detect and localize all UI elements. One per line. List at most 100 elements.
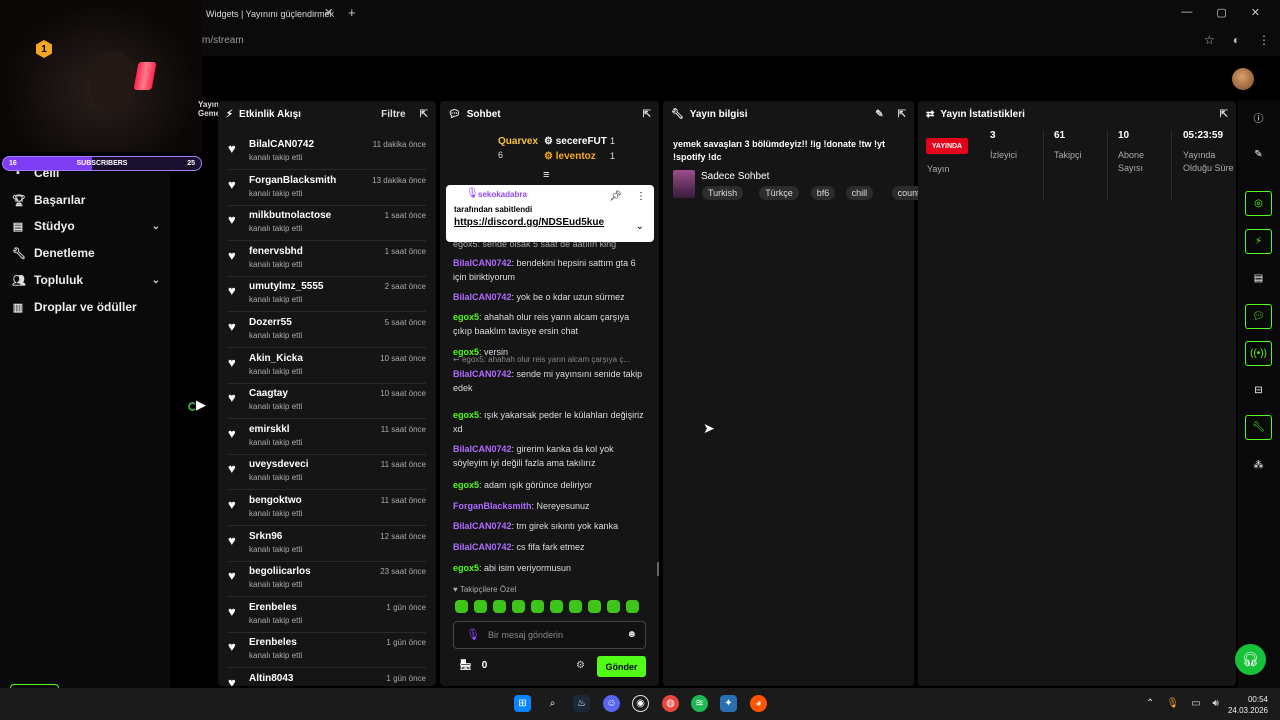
activity-item[interactable]: ♥ Altin8043 1 gün önce [228, 669, 426, 686]
pinned-by-user[interactable]: sekokadabra [478, 190, 527, 199]
chat-username[interactable]: BilalCAN0742 [453, 444, 512, 454]
close-window-button[interactable]: ✕ [1251, 6, 1260, 19]
activity-username[interactable]: begoliicarlos [249, 566, 311, 577]
chat-username[interactable]: BilalCAN0742 [453, 369, 512, 379]
wrench-icon[interactable]: 🔧︎ [1245, 415, 1272, 440]
activity-username[interactable]: Dozerr55 [249, 317, 292, 328]
stream-tag[interactable]: Turkish [702, 186, 744, 200]
emote-icon[interactable] [455, 600, 468, 613]
bookmark-star-icon[interactable]: ☆ [1204, 33, 1215, 47]
emote-icon[interactable] [550, 600, 563, 613]
emote-icon[interactable] [607, 600, 620, 613]
chat-username[interactable]: egox5 [453, 480, 479, 490]
activity-username[interactable]: Altin8043 [249, 673, 293, 684]
new-tab-button[interactable]: + [348, 5, 356, 20]
activity-item[interactable]: ♥ emirskkl kanalı takip etti 11 saat önce [228, 420, 426, 455]
activity-username[interactable]: Erenbeles [249, 602, 297, 613]
support-icon[interactable]: 🎧︎ [1235, 644, 1266, 675]
activity-item[interactable]: ♥ Erenbeles kanalı takip etti 1 gün önce [228, 633, 426, 669]
notes-icon[interactable]: ▤ [1245, 266, 1272, 291]
steam-icon[interactable]: ♨ [573, 695, 590, 712]
profile-icon[interactable]: ◐ [1233, 33, 1240, 47]
chat-username[interactable]: egox5 [453, 410, 479, 420]
chevron-down-icon[interactable]: ⌄ [636, 221, 644, 232]
chat-username[interactable]: egox5 [453, 312, 479, 322]
sidebar-item-studio[interactable]: ▤ Stüdyo ⌄ [12, 219, 160, 233]
activity-item[interactable]: ♥ uveysdeveci kanalı takip etti 11 saat önc… [228, 455, 426, 491]
emote-icon[interactable] [512, 600, 525, 613]
activity-item[interactable]: ♥ umutylmz_5555 kanalı takip etti 2 saat ön… [228, 277, 426, 313]
minimize-button[interactable]: — [1181, 6, 1192, 19]
emote-icon[interactable] [474, 600, 487, 613]
emote-icon[interactable] [588, 600, 601, 613]
activity-username[interactable]: umutylmz_5555 [249, 281, 323, 292]
user-avatar[interactable] [1232, 68, 1254, 90]
edit-icon[interactable]: ✎ [1245, 142, 1272, 167]
activity-item[interactable]: ♥ ForganBlacksmith kanalı takip etti 13 dak… [228, 171, 426, 206]
chat-username[interactable]: BilalCAN0742 [453, 542, 512, 552]
play-icon[interactable]: ▶ [196, 397, 206, 413]
chevron-up-icon[interactable]: ⌃ [1146, 698, 1154, 709]
chat-username[interactable]: BilalCAN0742 [453, 292, 512, 302]
mic-icon[interactable]: 🎙︎ [1166, 698, 1179, 709]
chat-input[interactable]: 🎙︎ Bir mesaj gönderin ☻ [453, 621, 646, 649]
activity-item[interactable]: ♥ bengoktwo kanalı takip etti 11 saat önce [228, 491, 426, 526]
activity-item[interactable]: ♥ Dozerr55 kanalı takip etti 5 saat önce [228, 313, 426, 348]
network-icon[interactable]: ▭ [1191, 698, 1200, 709]
sidebar-item-achievements[interactable]: 🏆︎ Başarılar [12, 193, 160, 207]
activity-item[interactable]: ♥ Akin_Kicka kanalı takip etti 10 saat önce [228, 349, 426, 384]
gear-icon[interactable]: ⚙ [576, 660, 585, 671]
chat-username[interactable]: BilalCAN0742 [453, 521, 512, 531]
discord-icon[interactable]: ☺ [603, 695, 620, 712]
windows-start-icon[interactable]: ⊞ [514, 695, 531, 712]
activity-username[interactable]: uveysdeveci [249, 459, 309, 470]
popout-icon[interactable]: ⇱ [898, 109, 906, 120]
activity-username[interactable]: Akin_Kicka [249, 353, 303, 364]
emote-icon[interactable] [493, 600, 506, 613]
activity-username[interactable]: milkbutnolactose [249, 210, 331, 221]
emote-icon[interactable] [531, 600, 544, 613]
activity-username[interactable]: Srkn96 [249, 531, 282, 542]
chrome-icon[interactable]: ◍ [662, 695, 679, 712]
filter-icon[interactable]: ≡ [543, 169, 549, 181]
activity-username[interactable]: Erenbeles [249, 637, 297, 648]
origin-icon[interactable]: ◕ [750, 695, 767, 712]
stream-tag[interactable]: Türkçe [759, 186, 799, 200]
chat-username[interactable]: egox5 [453, 563, 479, 573]
pinned-link[interactable]: https://discord.gg/NDSEud5kue [454, 217, 604, 228]
broadcast-icon[interactable]: ((•)) [1245, 341, 1272, 366]
stream-tag[interactable]: bf6 [810, 186, 836, 200]
lightning-icon[interactable]: ⚡︎ [1245, 229, 1272, 254]
browser-tab[interactable]: Widgets | Yayınını güçlendirmek [202, 4, 340, 26]
maximize-button[interactable]: ▢ [1216, 6, 1226, 19]
category-name[interactable]: Sadece Sohbet [701, 171, 769, 182]
activity-item[interactable]: ♥ Caagtay kanalı takip etti 10 saat önce [228, 384, 426, 420]
chat-username[interactable]: ForganBlacksmith [453, 501, 532, 511]
camera-icon[interactable]: ◎ [1245, 191, 1272, 216]
share-icon[interactable]: ⁂ [1245, 453, 1272, 478]
activity-item[interactable]: ♥ milkbutnolactose kanalı takip etti 1 saat… [228, 206, 426, 242]
activity-item[interactable]: ♥ begoliicarlos kanalı takip etti 23 saat ö… [228, 562, 426, 598]
browser-menu-icon[interactable]: ⋮ [1258, 33, 1270, 47]
volume-icon[interactable]: 🔊︎ [1213, 698, 1219, 709]
popout-icon[interactable]: ⇱ [420, 109, 428, 120]
chat-icon[interactable]: 💬︎ [1245, 304, 1272, 329]
sidebar-item-community[interactable]: 👥︎ Topluluk ⌄ [12, 273, 160, 287]
sidebar-item-drops[interactable]: ▥ Droplar ve ödüller [12, 300, 160, 314]
chat-username[interactable]: BilalCAN0742 [453, 258, 512, 268]
activity-username[interactable]: bengoktwo [249, 495, 302, 506]
activity-username[interactable]: emirskkl [249, 424, 290, 435]
emoji-icon[interactable]: ☻ [626, 629, 637, 640]
send-button[interactable]: Gönder [597, 656, 646, 677]
taskbar-clock[interactable]: 00:54 24.03.2026 [1226, 694, 1268, 716]
activity-item[interactable]: ♥ Srkn96 kanalı takip etti 12 saat önce [228, 527, 426, 562]
edit-icon[interactable]: ✎ [875, 109, 883, 120]
popout-icon[interactable]: ⇱ [643, 109, 651, 120]
layout-icon[interactable]: ⊟ [1245, 378, 1272, 403]
url-field[interactable]: m/stream [202, 35, 244, 46]
emote-icon[interactable] [626, 600, 639, 613]
activity-username[interactable]: ForganBlacksmith [249, 175, 336, 186]
activity-username[interactable]: fenervsbhd [249, 246, 303, 257]
app-icon[interactable]: ✦ [720, 695, 737, 712]
info-icon[interactable]: ⓘ [1245, 105, 1272, 130]
